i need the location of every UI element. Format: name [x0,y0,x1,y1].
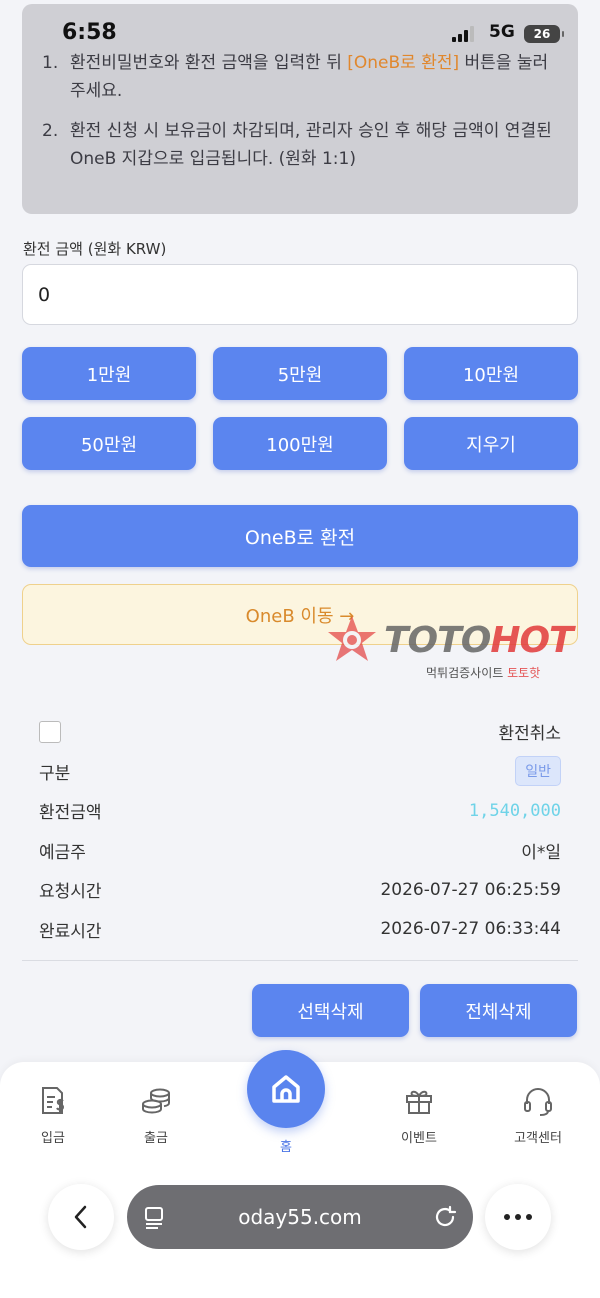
network-type: 5G [489,22,515,42]
record-row-type: 구분 일반 [22,752,578,792]
watermark-logo-icon [328,616,376,661]
amount-label: 환전 금액 (원화 KRW) [23,240,167,258]
record-checkbox[interactable] [39,720,61,743]
quick-amount-grid: 1만원 5만원 10만원 50만원 100만원 지우기 [22,347,578,470]
quick-500k-button[interactable]: 50만원 [22,417,196,470]
bottom-nav: 입금 출금 홈 이벤트 고객센터 [0,1050,600,1298]
divider [22,960,578,961]
reader-icon[interactable] [127,1204,183,1230]
record-header-row: 환전취소 [22,712,578,752]
status-bar: 6:58 5G 26 [0,0,600,64]
coins-icon [142,1088,170,1114]
record-row-request-time: 요청시간 2026-07-27 06:25:59 [39,879,561,903]
chevron-left-icon [74,1205,87,1229]
record-row-complete-time: 완료시간 2026-07-27 06:33:44 [39,919,561,942]
signal-icon [452,26,480,42]
gift-icon [406,1090,432,1114]
exchange-record: 환전취소 구분 일반 환전금액 1,540,000 예금주 이*일 요청시간 2… [22,712,578,949]
nav-home-label: 홈 [280,1140,292,1155]
delete-selected-button[interactable]: 선택삭제 [252,984,409,1037]
watermark: TOTOHOT 먹튀검증사이트 토토핫 [326,614,596,684]
nav-deposit[interactable]: 입금 [3,1084,103,1146]
nav-withdraw[interactable]: 출금 [106,1084,206,1146]
delete-all-button[interactable]: 전체삭제 [420,984,577,1037]
nav-support[interactable]: 고객센터 [488,1084,588,1146]
headset-icon [524,1088,552,1116]
quick-1m-button[interactable]: 100만원 [213,417,387,470]
deposit-icon [42,1087,65,1114]
battery-icon: 26 [524,25,564,43]
nav-home-button[interactable] [247,1050,325,1128]
browser-more-button[interactable] [485,1184,551,1250]
record-row-holder: 예금주 이*일 [39,842,561,863]
record-row-amount: 환전금액 1,540,000 [39,800,561,824]
clear-button[interactable]: 지우기 [404,417,578,470]
reload-icon[interactable] [417,1204,473,1230]
browser-back-button[interactable] [48,1184,114,1250]
cancel-exchange-link[interactable]: 환전취소 [498,719,561,744]
url-text: oday55.com [238,1205,362,1229]
amount-input[interactable] [22,264,578,325]
nav-event[interactable]: 이벤트 [369,1084,469,1146]
more-icon [504,1214,532,1220]
record-amount: 1,540,000 [468,800,561,821]
home-icon [272,1075,300,1103]
quick-50k-button[interactable]: 5만원 [213,347,387,400]
type-badge: 일반 [515,756,561,787]
exchange-button[interactable]: OneB로 환전 [22,505,578,567]
notice-item: 2. 환전 신청 시 보유금이 차감되며, 관리자 승인 후 해당 금액이 연결… [42,121,552,169]
quick-10k-button[interactable]: 1만원 [22,347,196,400]
url-bar[interactable]: oday55.com [127,1185,473,1249]
quick-100k-button[interactable]: 10만원 [404,347,578,400]
status-time: 6:58 [62,20,117,45]
